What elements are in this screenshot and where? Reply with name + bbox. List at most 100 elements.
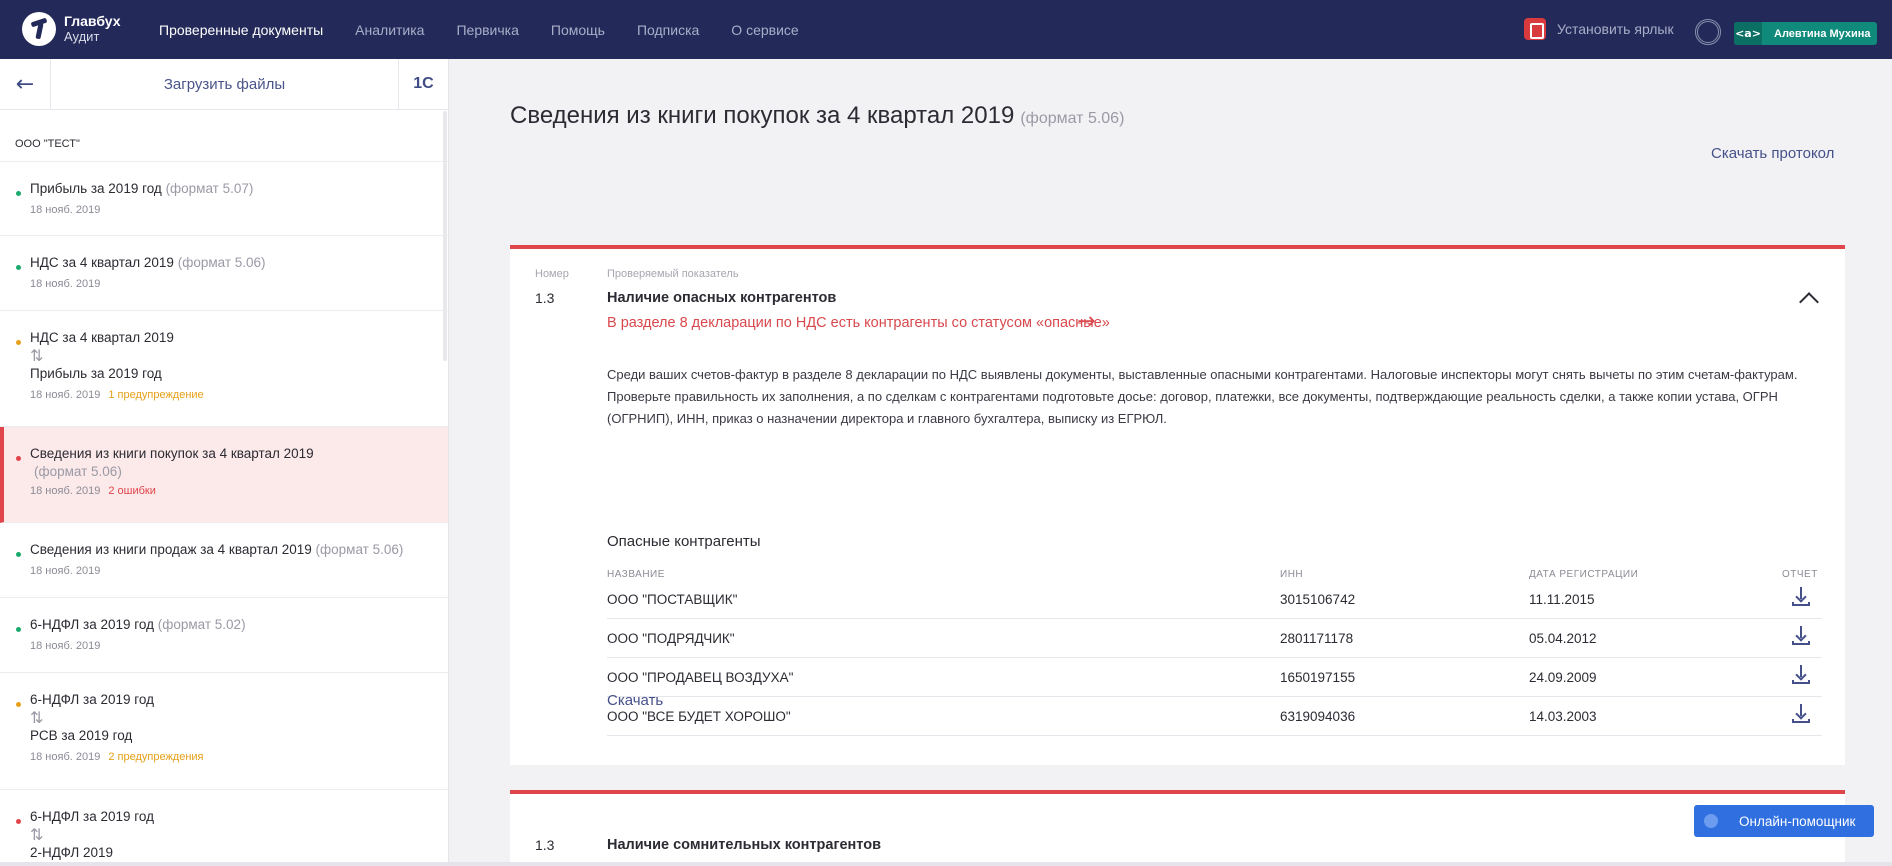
logo-title: Главбух: [64, 13, 121, 29]
warning-count: 1 предупреждение: [108, 389, 204, 401]
swap-arrows-icon: ⇅: [30, 708, 44, 727]
list-item[interactable]: НДС за 4 квартал 2019 ⇅ Прибыль за 2019 …: [0, 311, 448, 427]
counterparty-inn: 1650197155: [1280, 670, 1356, 685]
chevron-up-icon[interactable]: [1799, 292, 1819, 312]
upload-files-button[interactable]: Загрузить файлы: [51, 76, 398, 93]
arrow-right-icon[interactable]: →: [1077, 309, 1095, 334]
list-item-active[interactable]: Сведения из книги покупок за 4 квартал 2…: [0, 427, 448, 523]
counterparty-inn: 2801171178: [1280, 631, 1354, 646]
list-item[interactable]: 6-НДФЛ за 2019 год ⇅ 2-НДФЛ 2019: [0, 790, 448, 866]
counterparty-reg-date: 05.04.2012: [1529, 631, 1597, 646]
organization-name: ООО "ТЕСТ": [0, 110, 448, 162]
download-icon[interactable]: [1792, 665, 1810, 685]
column-header-reg-date: ДАТА РЕГИСТРАЦИИ: [1529, 569, 1639, 580]
doc-format: (формат 5.07): [165, 181, 254, 196]
main-content: Сведения из книги покупок за 4 квартал 2…: [450, 59, 1892, 866]
status-dot: [16, 702, 21, 707]
doc-title: НДС за 4 квартал 2019: [30, 330, 174, 345]
doc-title-secondary: Прибыль за 2019 год: [30, 366, 162, 381]
status-dot: [16, 191, 21, 196]
status-dot: [16, 265, 21, 270]
service-status-icon[interactable]: [1695, 19, 1721, 45]
check-number: 1.3: [535, 290, 555, 306]
download-icon[interactable]: [1792, 626, 1810, 646]
nav-subscription[interactable]: Подписка: [637, 22, 699, 38]
doc-date: 18 нояб. 2019: [30, 485, 101, 497]
logo[interactable]: Главбух Аудит: [22, 12, 121, 46]
onec-import-button[interactable]: 1С: [398, 59, 448, 110]
download-icon[interactable]: [1792, 587, 1810, 607]
doc-date: 18 нояб. 2019: [30, 204, 101, 216]
counterparty-name: ООО "ПОСТАВЩИК": [607, 592, 738, 607]
swap-arrows-icon: ⇅: [30, 825, 44, 844]
warning-count: 2 предупреждения: [108, 751, 204, 763]
doc-title-secondary: 2-НДФЛ 2019: [30, 845, 114, 860]
back-arrow-icon[interactable]: ←: [0, 59, 51, 110]
check-result: В разделе 8 декларации по НДС есть контр…: [607, 315, 1110, 331]
nav-checked-documents[interactable]: Проверенные документы: [159, 22, 323, 38]
list-item[interactable]: Сведения из книги продаж за 4 квартал 20…: [0, 523, 448, 598]
doc-title: 6-НДФЛ за 2019 год: [30, 617, 154, 632]
status-dot: [16, 456, 21, 461]
install-shortcut-button[interactable]: Установить ярлык: [1524, 18, 1674, 40]
download-link[interactable]: Скачать: [607, 692, 663, 709]
nav-analytics[interactable]: Аналитика: [355, 22, 424, 38]
number-label: Номер: [535, 268, 569, 280]
table-row: ООО "ПРОДАВЕЦ ВОЗДУХА" 1650197155 24.09.…: [607, 658, 1822, 697]
horizontal-scrollbar[interactable]: [0, 862, 1892, 866]
doc-title: Прибыль за 2019 год: [30, 181, 162, 196]
online-helper-label: Онлайн-помощник: [1739, 813, 1856, 829]
doc-title: Сведения из книги покупок за 4 квартал 2…: [30, 446, 314, 461]
doc-title-secondary: РСВ за 2019 год: [30, 728, 133, 743]
counterparty-reg-date: 24.09.2009: [1529, 670, 1597, 685]
install-shortcut-label: Установить ярлык: [1557, 21, 1674, 37]
counterparty-reg-date: 11.11.2015: [1529, 592, 1595, 607]
top-bar: Главбух Аудит Проверенные документы Анал…: [0, 0, 1892, 59]
user-name: Алевтина Мухина: [1774, 27, 1871, 40]
error-count: 2 ошибки: [108, 485, 156, 497]
column-header-inn: ИНН: [1280, 569, 1304, 580]
check-title: Наличие сомнительных контрагентов: [607, 837, 881, 853]
list-item[interactable]: Прибыль за 2019 год (формат 5.07) 18 ноя…: [0, 162, 448, 236]
status-dot: [16, 819, 21, 824]
counterparty-inn: 6319094036: [1280, 709, 1356, 724]
counterparty-name: ООО "ПРОДАВЕЦ ВОЗДУХА": [607, 670, 794, 685]
doc-date: 18 нояб. 2019: [30, 278, 101, 290]
list-item[interactable]: НДС за 4 квартал 2019 (формат 5.06) 18 н…: [0, 236, 448, 311]
status-dot: [16, 340, 21, 345]
doc-title: Сведения из книги продаж за 4 квартал 20…: [30, 542, 312, 557]
logo-subtitle: Аудит: [64, 29, 100, 44]
swap-arrows-icon: ⇅: [30, 346, 44, 365]
doc-format: (формат 5.06): [315, 542, 404, 557]
column-header-report: ОТЧЕТ: [1782, 569, 1818, 580]
doc-format: (формат 5.02): [157, 617, 246, 632]
doc-date: 18 нояб. 2019: [30, 565, 101, 577]
list-item[interactable]: 6-НДФЛ за 2019 год (формат 5.02) 18 нояб…: [0, 598, 448, 673]
list-item[interactable]: 6-НДФЛ за 2019 год ⇅ РСВ за 2019 год 18 …: [0, 673, 448, 790]
user-menu[interactable]: <a> Алевтина Мухина: [1734, 22, 1877, 45]
nav-about[interactable]: О сервисе: [731, 22, 798, 38]
check-title: Наличие опасных контрагентов: [607, 290, 837, 306]
counterparty-name: ООО "ВСЕ БУДЕТ ХОРОШО": [607, 709, 791, 724]
check-number: 1.3: [535, 837, 555, 853]
download-protocol-link[interactable]: Скачать протокол: [1711, 145, 1834, 162]
counterparty-name: ООО "ПОДРЯДЧИК": [607, 631, 735, 646]
page-title: Сведения из книги покупок за 4 квартал 2…: [510, 102, 1124, 130]
section-title: Опасные контрагенты: [607, 533, 761, 550]
page-title-format: (формат 5.06): [1020, 110, 1125, 127]
doc-date: 18 нояб. 2019: [30, 751, 101, 763]
download-icon[interactable]: [1792, 704, 1810, 724]
doc-format: (формат 5.06): [177, 255, 266, 270]
doc-title: НДС за 4 квартал 2019: [30, 255, 174, 270]
column-header-name: НАЗВАНИЕ: [607, 569, 665, 580]
nav-help[interactable]: Помощь: [551, 22, 605, 38]
nav-primary-docs[interactable]: Первичка: [456, 22, 518, 38]
table-row: ООО "ВСЕ БУДЕТ ХОРОШО" 6319094036 14.03.…: [607, 697, 1822, 736]
user-badge-icon: <a>: [1734, 22, 1762, 45]
status-dot: [16, 552, 21, 557]
shortcut-icon: [1524, 18, 1546, 40]
online-helper-button[interactable]: Онлайн-помощник: [1694, 805, 1874, 837]
doc-format: (формат 5.06): [34, 464, 122, 479]
main-nav: Проверенные документы Аналитика Первичка…: [159, 0, 831, 59]
doc-date: 18 нояб. 2019: [30, 640, 101, 652]
